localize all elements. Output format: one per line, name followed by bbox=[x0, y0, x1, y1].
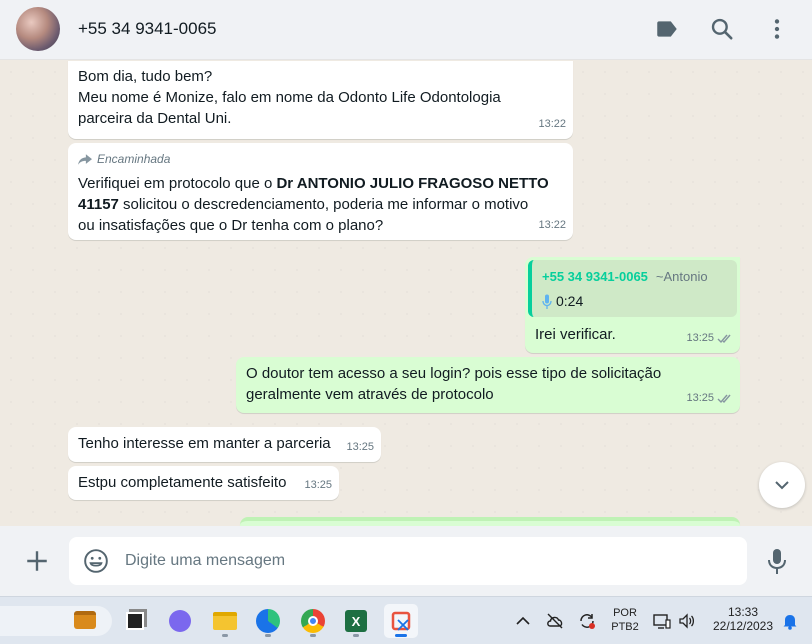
message-outgoing-partial[interactable] bbox=[240, 517, 740, 526]
cloud-off-icon[interactable] bbox=[545, 611, 565, 631]
message-time: 13:22 bbox=[538, 118, 566, 130]
chat-header: +55 34 9341-0065 bbox=[0, 0, 812, 60]
briefcase-icon bbox=[74, 611, 96, 629]
message-text: ou insatisfações que o Dr tenha com o pl… bbox=[78, 217, 384, 234]
message-text: Bom dia, tudo bem? bbox=[78, 68, 213, 85]
snipping-tool-icon bbox=[391, 611, 411, 631]
message-text: Meu nome é Monize, falo em nome da Odont… bbox=[78, 89, 501, 106]
double-check-icon bbox=[717, 394, 731, 404]
windows-taskbar: X POR PTB2 13:33 22/12/2023 bbox=[0, 596, 812, 644]
message-time: 13:22 bbox=[538, 219, 566, 231]
message-text: geralmente vem através de protocolo bbox=[246, 386, 494, 403]
network-icon[interactable] bbox=[652, 611, 672, 631]
message-input-box[interactable] bbox=[69, 537, 747, 585]
quoted-audio: 0:24 bbox=[542, 291, 727, 312]
chevron-up-icon[interactable] bbox=[513, 611, 533, 631]
message-text: parceira da Dental Uni. bbox=[78, 110, 232, 127]
message-incoming-forwarded[interactable]: Encaminhada Verifiquei em protocolo que … bbox=[68, 143, 573, 240]
quoted-sender-number: +55 34 9341-0065 bbox=[542, 269, 648, 284]
contact-name[interactable]: +55 34 9341-0065 bbox=[78, 19, 217, 39]
chrome-icon bbox=[301, 609, 325, 633]
taskbar-app-chrome[interactable] bbox=[296, 604, 330, 638]
chevron-down-icon bbox=[775, 481, 789, 490]
message-text: Verifiquei em protocolo que o Dr ANTONIO… bbox=[78, 175, 549, 192]
taskbar-app-teams[interactable] bbox=[163, 604, 197, 638]
double-check-icon bbox=[717, 334, 731, 344]
avatar[interactable] bbox=[16, 7, 60, 51]
volume-icon[interactable] bbox=[677, 611, 697, 631]
message-input[interactable] bbox=[125, 550, 725, 572]
message-time: 13:25 bbox=[686, 388, 733, 409]
search-icon[interactable] bbox=[709, 16, 735, 42]
taskbar-app-excel[interactable]: X bbox=[339, 604, 373, 638]
quoted-message[interactable]: +55 34 9341-0065 ~Antonio 0:24 bbox=[528, 260, 737, 317]
message-text: O doutor tem acesso a seu login? pois es… bbox=[246, 365, 662, 382]
message-time: 13:25 bbox=[346, 441, 374, 453]
notification-bell-icon[interactable] bbox=[780, 611, 800, 631]
emoji-icon[interactable] bbox=[83, 548, 109, 574]
message-text: Tenho interesse em manter a parceria bbox=[78, 435, 331, 452]
plus-icon[interactable] bbox=[24, 548, 50, 574]
mic-icon[interactable] bbox=[765, 548, 789, 576]
message-composer bbox=[0, 526, 812, 596]
taskbar-app-taskview[interactable] bbox=[118, 604, 152, 638]
message-text: 41157 solicitou o descredenciamento, pod… bbox=[78, 196, 529, 213]
system-clock[interactable]: 13:33 22/12/2023 bbox=[706, 605, 780, 633]
taskbar-app-edge[interactable] bbox=[251, 604, 285, 638]
folder-icon bbox=[213, 612, 237, 630]
scroll-to-bottom-button[interactable] bbox=[759, 462, 805, 508]
forward-icon bbox=[78, 154, 92, 165]
edge-icon bbox=[256, 609, 280, 633]
message-incoming[interactable]: Estpu completamente satisfeito 13:25 bbox=[68, 466, 339, 500]
mic-small-icon bbox=[542, 294, 552, 309]
taskbar-app-snipping-tool[interactable] bbox=[384, 604, 418, 638]
message-outgoing[interactable]: O doutor tem acesso a seu login? pois es… bbox=[236, 357, 740, 413]
message-incoming[interactable]: Tenho interesse em manter a parceria 13:… bbox=[68, 427, 381, 462]
message-text: Estpu completamente satisfeito bbox=[78, 474, 287, 491]
label-icon[interactable] bbox=[654, 16, 680, 42]
excel-icon: X bbox=[345, 610, 367, 632]
message-incoming[interactable]: Bom dia, tudo bem? Meu nome é Monize, fa… bbox=[68, 61, 573, 139]
taskbar-search-area[interactable] bbox=[0, 606, 112, 636]
keyboard-language[interactable]: POR PTB2 bbox=[607, 606, 643, 634]
taskview-icon bbox=[126, 612, 144, 630]
teams-icon bbox=[169, 610, 191, 632]
message-outgoing-reply[interactable]: +55 34 9341-0065 ~Antonio 0:24 Irei verif… bbox=[525, 257, 740, 353]
conversation-panel[interactable]: Bom dia, tudo bem? Meu nome é Monize, fa… bbox=[0, 61, 812, 526]
menu-icon[interactable] bbox=[764, 16, 790, 42]
message-time: 13:25 bbox=[304, 479, 332, 491]
taskbar-app-explorer[interactable] bbox=[208, 604, 242, 638]
quoted-sender-alias: ~Antonio bbox=[655, 269, 708, 284]
message-time: 13:25 bbox=[686, 328, 733, 349]
forwarded-label: Encaminhada bbox=[78, 149, 563, 170]
sync-icon[interactable] bbox=[577, 611, 597, 631]
